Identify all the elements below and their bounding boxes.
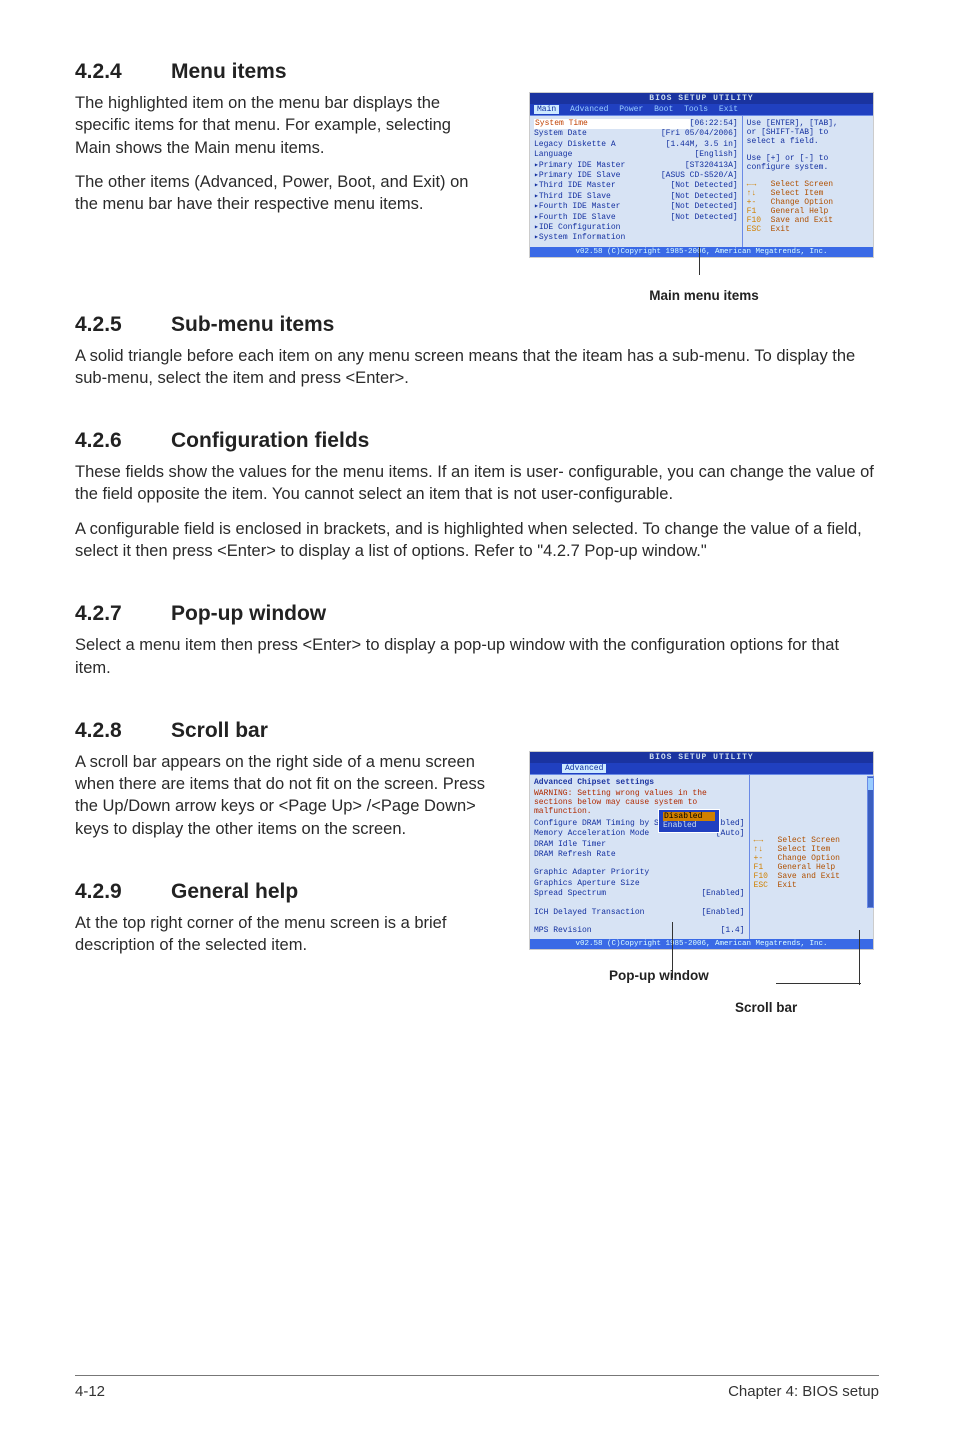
tab-advanced: Advanced	[570, 105, 608, 114]
pointer-icon	[859, 930, 860, 985]
pointer-icon	[672, 922, 673, 952]
heading-427: 4.2.7Pop-up window	[75, 602, 879, 626]
para-427-1: Select a menu item then press <Enter> to…	[75, 634, 879, 679]
para-424-1: The highlighted item on the menu bar dis…	[75, 92, 475, 159]
tab-power: Power	[619, 105, 643, 114]
tab-tools: Tools	[684, 105, 708, 114]
bios-advanced-screenshot: BIOS SETUP UTILITY Advanced Advanced Chi…	[529, 751, 874, 951]
heading-429: 4.2.9General help	[75, 880, 505, 904]
footer-rule	[75, 1375, 879, 1376]
heading-425: 4.2.5Sub-menu items	[75, 313, 879, 337]
bios-main-help: Use [ENTER], [TAB], or [SHIFT-TAB] to se…	[743, 116, 873, 247]
bios-footer: v02.58 (C)Copyright 1985-2006, American …	[530, 247, 873, 257]
bios-main-screenshot: BIOS SETUP UTILITY Main Advanced Power B…	[529, 92, 874, 258]
tab-advanced-sel: Advanced	[562, 764, 606, 773]
bios-scroll-thumb	[868, 778, 873, 790]
bios-popup: Disabled Enabled	[658, 809, 720, 833]
para-426-1: These fields show the values for the men…	[75, 461, 879, 506]
heading-428: 4.2.8Scroll bar	[75, 719, 879, 743]
para-425-1: A solid triangle before each item on any…	[75, 345, 879, 390]
bios-titlebar: BIOS SETUP UTILITY	[530, 93, 873, 104]
heading-426: 4.2.6Configuration fields	[75, 429, 879, 453]
bios2-titlebar: BIOS SETUP UTILITY	[530, 752, 873, 763]
heading-424: 4.2.4Menu items	[75, 60, 879, 84]
bios2-tabs: Advanced	[530, 763, 873, 775]
para-429-1: At the top right corner of the menu scre…	[75, 912, 485, 957]
tab-main: Main	[534, 105, 559, 114]
fig1-label: Main menu items	[529, 288, 879, 303]
fig2-scroll-label: Scroll bar	[735, 1000, 797, 1015]
bios2-footer: v02.58 (C)Copyright 1985-2006, American …	[530, 939, 873, 949]
pointer-icon	[699, 247, 700, 275]
tab-boot: Boot	[654, 105, 673, 114]
para-428-1: A scroll bar appears on the right side o…	[75, 751, 485, 840]
pointer-icon	[776, 983, 861, 984]
page-number: 4-12	[75, 1383, 105, 1400]
chapter-label: Chapter 4: BIOS setup	[728, 1383, 879, 1400]
tab-exit: Exit	[719, 105, 738, 114]
para-424-2: The other items (Advanced, Power, Boot, …	[75, 171, 475, 216]
bios2-help: ←→Select Screen ↑↓Select Item +-Change O…	[750, 775, 873, 940]
bios-scrollbar	[867, 776, 874, 908]
fig2-popup-label: Pop-up window	[609, 968, 709, 983]
bios-tabs: Main Advanced Power Boot Tools Exit	[530, 104, 873, 116]
para-426-2: A configurable field is enclosed in brac…	[75, 518, 879, 563]
bios2-left: Advanced Chipset settings WARNING: Setti…	[530, 775, 750, 940]
bios-main-left: System Time[06:22:54] System Date[Fri 05…	[530, 116, 743, 247]
